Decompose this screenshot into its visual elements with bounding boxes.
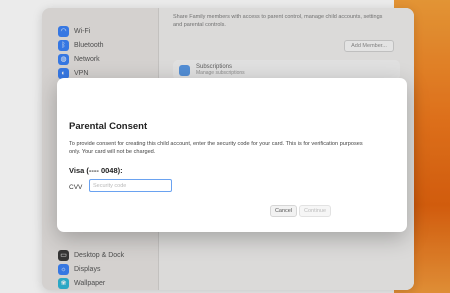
cancel-button[interactable]: Cancel [270,205,297,217]
cvv-input[interactable] [89,179,172,192]
cvv-label: CVV [69,184,83,191]
dialog-body-text: To provide consent for creating this chi… [69,141,363,155]
dialog-title: Parental Consent [69,121,148,132]
continue-button[interactable]: Continue [299,205,331,217]
parental-consent-dialog: Parental Consent To provide consent for … [57,78,407,232]
card-label: Visa (---- 0048): [69,166,123,175]
